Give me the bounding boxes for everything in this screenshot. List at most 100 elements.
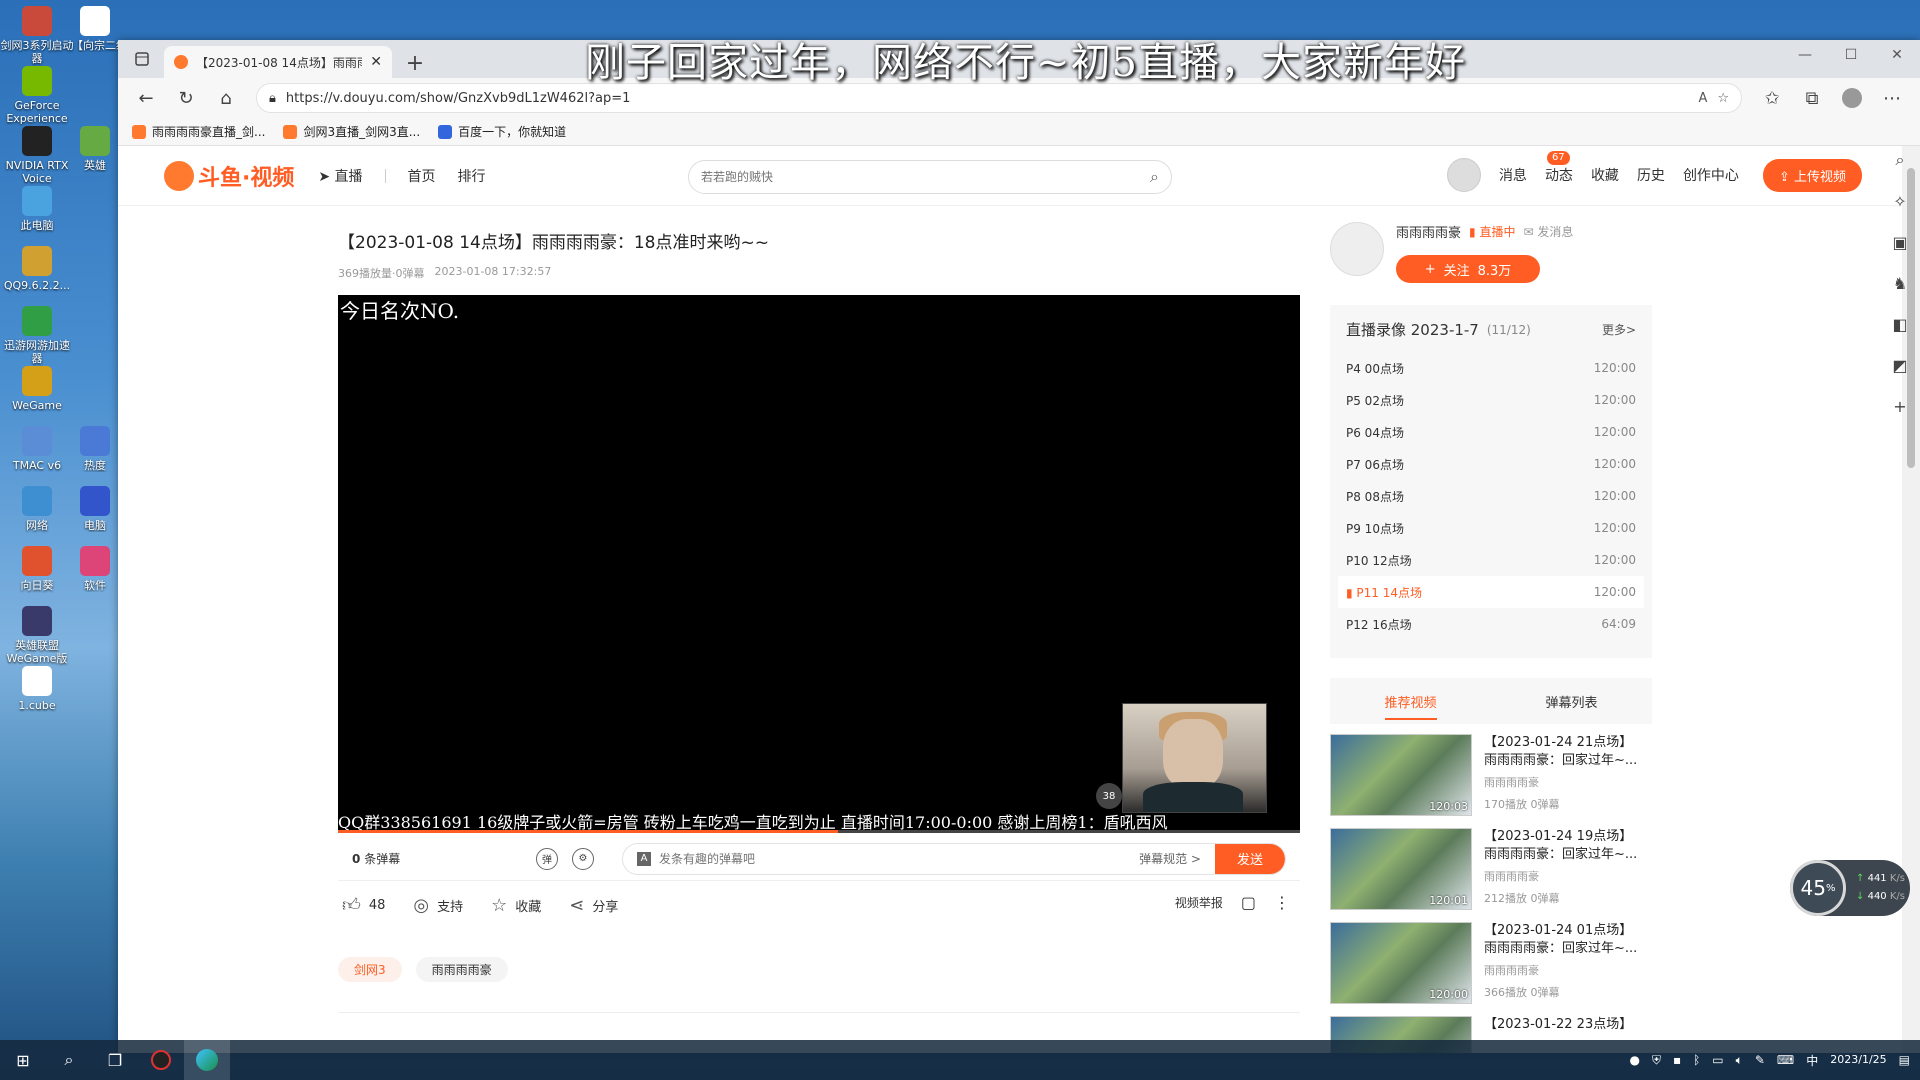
episode-item[interactable]: P5 02点场 120:00: [1338, 384, 1644, 416]
start-windows-icon[interactable]: ⊞: [0, 1040, 46, 1080]
desktop-icon[interactable]: NVIDIA RTX Voice: [0, 126, 74, 185]
sidebar-office-icon[interactable]: ◧: [1892, 315, 1907, 334]
desktop-icon[interactable]: 1.cube: [0, 666, 74, 712]
taskbar-edge-icon[interactable]: [184, 1040, 230, 1080]
send-message-link[interactable]: ✉ 发消息: [1523, 223, 1573, 240]
recommended-title[interactable]: 【2023-01-24 01点场】: [1484, 922, 1650, 940]
episode-item[interactable]: P9 10点场 120:00: [1338, 512, 1644, 544]
tag-item[interactable]: 剑网3: [338, 957, 402, 982]
search-input[interactable]: [701, 170, 1151, 184]
desktop-icon[interactable]: 软件: [72, 546, 118, 592]
sidebar-add-icon[interactable]: +: [1893, 397, 1906, 416]
favorite-button[interactable]: ☆ 收藏: [491, 895, 541, 916]
tray-keyboard-icon[interactable]: ⌨: [1777, 1053, 1794, 1067]
danmu-input[interactable]: [659, 851, 1140, 866]
share-button[interactable]: ⋖ 分享: [569, 895, 618, 916]
tray-shield-icon[interactable]: ⛨: [1652, 1053, 1661, 1068]
close-icon[interactable]: ✕: [1874, 40, 1920, 70]
desktop-icon[interactable]: GeForce Experience: [0, 66, 74, 125]
nav-home[interactable]: 首页: [408, 166, 436, 186]
tray-pen-icon[interactable]: ✎: [1755, 1053, 1765, 1067]
task-view-icon[interactable]: ❐: [92, 1040, 138, 1080]
episode-item[interactable]: ▮ P11 14点场 120:00: [1338, 576, 1644, 608]
nav-messages[interactable]: 消息: [1499, 165, 1527, 185]
upload-video-button[interactable]: ⇪ 上传视频: [1762, 158, 1862, 192]
search-icon[interactable]: ⌕: [1150, 167, 1159, 187]
more-menu-icon[interactable]: ⋯: [1876, 82, 1908, 114]
progress-bar[interactable]: [338, 830, 1300, 833]
close-tab-icon[interactable]: ✕: [370, 54, 382, 70]
desktop-icon[interactable]: 剑网3系列启动器: [0, 6, 74, 65]
uploader-name[interactable]: 雨雨雨雨豪: [1396, 222, 1461, 241]
danmu-toggle-icon[interactable]: 弹: [536, 847, 558, 870]
episode-item[interactable]: P8 08点场 120:00: [1338, 480, 1644, 512]
support-button[interactable]: ◎ 支持: [413, 895, 463, 916]
live-status-badge[interactable]: ▮ 直播中: [1469, 223, 1515, 240]
favorites-icon[interactable]: ✩: [1756, 82, 1788, 114]
replay-more-link[interactable]: 更多>: [1602, 321, 1636, 338]
recommended-author[interactable]: 雨雨雨雨豪: [1484, 962, 1650, 980]
recommended-subtitle[interactable]: 雨雨雨雨豪：回家过年~...: [1484, 752, 1650, 770]
danmu-style-icon[interactable]: A: [637, 851, 651, 866]
recommended-thumbnail[interactable]: 120:03: [1330, 734, 1472, 816]
tray-network-icon[interactable]: ▭: [1712, 1053, 1723, 1067]
recommended-title[interactable]: 【2023-01-24 19点场】: [1484, 828, 1650, 846]
desktop-icon[interactable]: 此电脑: [0, 186, 74, 232]
recommended-item[interactable]: 120:01 【2023-01-24 19点场】 雨雨雨雨豪：回家过年~... 雨雨雨…: [1330, 828, 1650, 922]
desktop-icon[interactable]: 英雄联盟WeGame版: [0, 606, 74, 665]
taskbar-search-icon[interactable]: ⌕: [46, 1040, 92, 1080]
nav-creator-center[interactable]: 创作中心: [1683, 165, 1739, 185]
report-link[interactable]: 视频举报: [1175, 894, 1223, 911]
sidebar-outlook-icon[interactable]: ◩: [1892, 356, 1907, 375]
nav-live[interactable]: ➤ 直播: [318, 166, 362, 186]
tab-recommended[interactable]: 推荐视频: [1330, 678, 1491, 724]
network-speed-widget[interactable]: 45% ↑ 441 K/s ↓ 440 K/s: [1790, 860, 1910, 916]
desktop-icon[interactable]: 电脑: [72, 486, 118, 532]
tray-ime[interactable]: 中: [1806, 1052, 1818, 1069]
send-danmu-button[interactable]: 发送: [1214, 843, 1285, 874]
desktop-icon[interactable]: WeGame: [0, 366, 74, 412]
collections-icon[interactable]: ⧉: [1796, 82, 1828, 114]
episode-item[interactable]: P4 00点场 120:00: [1338, 352, 1644, 384]
recommended-thumbnail[interactable]: 120:00: [1330, 922, 1472, 1004]
tray-app-icon[interactable]: ●: [1629, 1053, 1639, 1067]
tray-volume-icon[interactable]: 🔈︎: [1736, 1053, 1743, 1068]
tray-bluetooth-icon[interactable]: ᛒ: [1693, 1053, 1700, 1067]
sidebar-games-icon[interactable]: ♞: [1893, 274, 1907, 293]
recommended-subtitle[interactable]: 雨雨雨雨豪：回家过年~...: [1484, 846, 1650, 864]
tab-danmu-list[interactable]: 弹幕列表: [1491, 678, 1652, 724]
danmu-settings-icon[interactable]: ⚙: [572, 847, 594, 870]
tray-nvidia-icon[interactable]: ▪: [1673, 1053, 1681, 1067]
profile-icon[interactable]: [1836, 82, 1868, 114]
recommended-author[interactable]: 雨雨雨雨豪: [1484, 868, 1650, 886]
refresh-icon[interactable]: ↻: [170, 82, 202, 114]
tab-actions-icon[interactable]: [128, 45, 156, 73]
recommended-title[interactable]: 【2023-01-22 23点场】: [1484, 1016, 1650, 1034]
episode-item[interactable]: P10 12点场 120:00: [1338, 544, 1644, 576]
desktop-icon[interactable]: 热度: [72, 426, 118, 472]
desktop-icon[interactable]: TMAC v6: [0, 426, 74, 472]
taskbar-app-icon[interactable]: [138, 1040, 184, 1080]
tag-item[interactable]: 雨雨雨雨豪: [415, 957, 508, 982]
user-avatar[interactable]: [1446, 158, 1481, 192]
video-player[interactable]: 今日名次NO. 38 QQ群338561691 16级牌子或火箭=房管 砖粉上车…: [338, 295, 1300, 833]
episode-item[interactable]: P7 06点场 120:00: [1338, 448, 1644, 480]
nav-favorites[interactable]: 收藏: [1591, 165, 1619, 185]
nav-dynamics[interactable]: 67 动态: [1545, 151, 1573, 185]
recommended-subtitle[interactable]: 雨雨雨雨豪：回家过年~...: [1484, 940, 1650, 958]
maximize-icon[interactable]: ☐: [1828, 40, 1874, 70]
danmu-rules-link[interactable]: 弹幕规范 >: [1139, 850, 1201, 867]
bookmark-item[interactable]: 剑网3直播_剑网3直...: [283, 123, 420, 140]
episode-item[interactable]: P6 04点场 120:00: [1338, 416, 1644, 448]
recommended-author[interactable]: 雨雨雨雨豪: [1484, 774, 1650, 792]
read-aloud-icon[interactable]: A: [1698, 91, 1707, 106]
bookmark-item[interactable]: 雨雨雨雨豪直播_剑...: [132, 123, 265, 140]
like-button[interactable]: 👍︎ 48: [342, 894, 385, 916]
douyu-logo[interactable]: 斗鱼·视频: [164, 160, 294, 192]
back-icon[interactable]: ←: [130, 82, 162, 114]
sidebar-search-icon[interactable]: ⌕: [1896, 150, 1905, 170]
sidebar-briefcase-icon[interactable]: ▣: [1892, 233, 1907, 252]
recommended-item[interactable]: 120:03 【2023-01-24 21点场】 雨雨雨雨豪：回家过年~... 雨雨雨…: [1330, 734, 1650, 828]
taskbar-clock[interactable]: 2023/1/25: [1830, 1053, 1886, 1067]
follow-button[interactable]: + 关注 8.3万: [1396, 255, 1540, 283]
